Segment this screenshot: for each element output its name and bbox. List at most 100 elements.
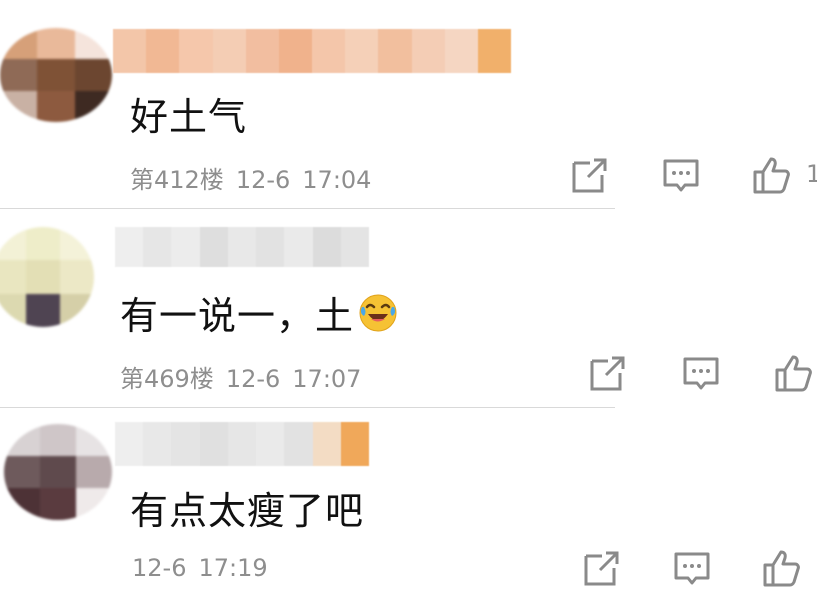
avatar-tile [4,456,40,488]
reply-button[interactable] [681,353,721,393]
avatar-tile [0,260,26,294]
avatar[interactable] [0,227,94,327]
share-button[interactable] [588,353,628,393]
avatar-tile [76,488,112,520]
avatar-tile [74,59,112,91]
comment-text: 有一说一，土 [120,285,398,340]
avatar-tile [37,59,75,91]
comment-text: 好土气 [130,95,248,139]
username-tile [345,29,379,73]
like-button[interactable] [762,548,802,588]
comment-date: 12-6 [235,166,291,194]
username-tile [179,29,213,73]
comment-text-content: 有一说一，土 [120,294,355,338]
avatar-tile [0,293,26,327]
avatar-tile [76,424,112,456]
username-tile [227,422,257,466]
comment-date: 12-6 [132,554,187,582]
username-tile [284,227,313,267]
username-tile [227,227,257,267]
comment-item: 有一说一，土 第469楼 12-6 17:07 [0,209,817,407]
floor-number: 第412楼 [130,166,224,194]
avatar-tile [60,293,94,327]
avatar-tile [0,90,38,122]
username-tile [115,227,144,267]
comment-text: 有点太瘦了吧 [130,489,365,533]
avatar-tile [0,28,38,60]
avatar-tile [0,227,26,261]
username-tile [146,29,180,73]
share-button[interactable] [570,155,610,195]
comment-icon [663,159,699,192]
username-tile [284,422,313,466]
avatar-tile [37,28,75,60]
username-tile [171,422,200,466]
comment-item: 好土气 第412楼 12-6 17:04 1 [0,0,817,208]
avatar-tile [4,488,40,520]
comment-meta: 第469楼 12-6 17:07 [120,359,373,394]
username-tile [444,29,478,73]
avatar-tile [60,227,94,261]
username-tile [477,29,512,73]
reply-button[interactable] [661,155,701,195]
comment-icon [674,552,710,585]
comment-item: 有点太瘦了吧 12-6 17:19 [0,408,817,597]
username-tile [199,227,228,267]
username-tile [256,227,285,267]
username-blurred[interactable] [113,29,512,73]
avatar[interactable] [0,28,112,122]
avatar[interactable] [4,424,112,520]
username-tile [411,29,445,73]
comment-time: 17:19 [198,554,268,582]
avatar-tile [74,28,112,60]
username-blurred[interactable] [115,227,369,267]
like-icon [753,157,790,194]
share-icon [590,356,625,391]
username-tile [171,227,200,267]
like-icon [763,550,800,587]
username-tile [278,29,313,73]
comment-time: 17:07 [292,365,362,393]
comment-meta: 12-6 17:19 [132,554,280,582]
username-tile [256,422,285,466]
comment-icon [683,357,719,390]
avatar-tile [40,488,76,520]
username-tile [312,29,346,73]
username-tile [143,227,172,267]
username-tile [378,29,412,73]
username-tile [113,29,147,73]
avatar-tile [0,59,38,91]
username-blurred[interactable] [115,422,369,466]
avatar-tile [74,90,112,122]
share-icon [584,551,619,586]
avatar-mosaic [0,28,112,122]
like-count: 1 [806,160,817,188]
share-icon [572,158,607,193]
avatar-mosaic [4,424,112,520]
avatar-tile [26,293,60,327]
like-button[interactable] [774,353,814,393]
username-tile [245,29,279,73]
like-icon [775,355,812,392]
share-button[interactable] [582,548,622,588]
avatar-tile [26,227,60,261]
floor-number: 第469楼 [120,365,214,393]
avatar-mosaic [0,227,94,327]
username-tile [143,422,172,466]
comment-time: 17:04 [302,166,372,194]
avatar-tile [76,456,112,488]
username-tile [340,227,369,267]
comment-date: 12-6 [225,365,281,393]
avatar-tile [26,260,60,294]
avatar-tile [4,424,40,456]
username-tile [212,29,246,73]
avatar-tile [40,456,76,488]
username-tile [199,422,228,466]
username-tile [340,422,369,466]
like-button[interactable] [752,155,792,195]
avatar-tile [40,424,76,456]
laughing-crying-emoji-icon [359,294,397,331]
username-tile [312,227,341,267]
username-tile [312,422,341,466]
reply-button[interactable] [672,548,712,588]
